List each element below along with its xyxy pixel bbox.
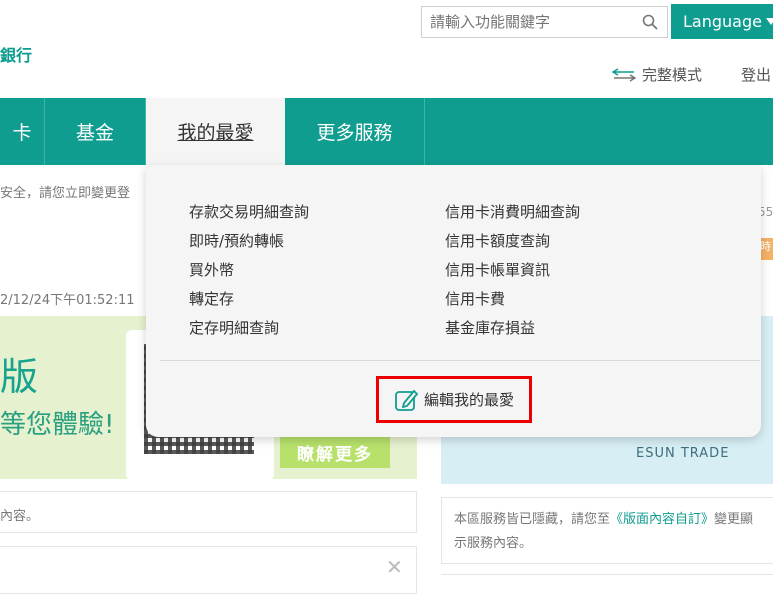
- close-icon[interactable]: ✕: [386, 555, 403, 579]
- favorite-link-deposit-query[interactable]: 定存明細查詢: [189, 317, 279, 338]
- nav-item-label: 我的最愛: [177, 122, 254, 144]
- favorite-link-deposit-details[interactable]: 存款交易明細查詢: [189, 201, 309, 222]
- favorite-link-buy-fx[interactable]: 買外幣: [189, 259, 234, 280]
- nav-item-more-services[interactable]: 更多服務: [285, 98, 424, 165]
- edit-favorites-button[interactable]: 編輯我的最愛: [376, 376, 532, 423]
- search-icon: [642, 14, 658, 30]
- right-badge: 時: [760, 238, 773, 260]
- full-mode-link[interactable]: 完整模式: [612, 64, 702, 85]
- last-login-time: 2/12/24下午01:52:11: [0, 293, 135, 308]
- edit-favorites-label: 編輯我的最愛: [423, 391, 514, 409]
- edit-icon: [395, 389, 419, 411]
- search-input[interactable]: [421, 6, 633, 38]
- swap-arrows-icon: [612, 67, 636, 82]
- language-button[interactable]: Language: [671, 4, 773, 39]
- favorite-link-card-transactions[interactable]: 信用卡消費明細查詢: [445, 201, 580, 222]
- collapsed-panel: [0, 546, 417, 594]
- favorite-link-card-fee[interactable]: 信用卡費: [445, 288, 505, 309]
- favorite-link-fund-pl[interactable]: 基金庫存損益: [445, 317, 535, 338]
- nav-item-label: 更多服務: [316, 122, 393, 144]
- favorite-link-transfer[interactable]: 即時/預約轉帳: [189, 230, 284, 251]
- hidden-content-panel: 內容。: [0, 491, 417, 533]
- dropdown-divider: [160, 360, 760, 361]
- esun-trade-logo: ESUN TRADE: [636, 446, 730, 461]
- notice-text-1: 本區服務皆已隱藏，請您至: [454, 512, 611, 527]
- nav-divider: [424, 98, 425, 165]
- caret-down-icon: [765, 18, 773, 25]
- nav-item-label: 卡: [12, 122, 32, 144]
- favorites-dropdown: 存款交易明細查詢 即時/預約轉帳 買外幣 轉定存 定存明細查詢 信用卡消費明細查…: [146, 165, 761, 437]
- favorite-link-card-statement[interactable]: 信用卡帳單資訊: [445, 259, 550, 280]
- security-notice: 安全，請您立即變更登: [0, 186, 131, 201]
- main-nav: 卡 基金 我的最愛 更多服務: [0, 98, 773, 165]
- logout-link[interactable]: 登出: [741, 64, 771, 85]
- bank-brand: 銀行: [0, 46, 33, 65]
- hidden-services-notice: 本區服務皆已隱藏，請您至《版面內容自訂》變更顯示服務內容。: [441, 497, 773, 564]
- language-label: Language: [683, 12, 762, 31]
- banner-headline: 版: [0, 355, 39, 399]
- nav-item-label: 基金: [75, 122, 114, 144]
- panel-divider: [441, 574, 773, 594]
- layout-customize-link[interactable]: 《版面內容自訂》: [610, 512, 714, 527]
- nav-item-card[interactable]: 卡: [0, 98, 44, 165]
- favorite-link-time-deposit[interactable]: 轉定存: [189, 288, 234, 309]
- full-mode-label: 完整模式: [642, 66, 703, 84]
- banner-text: 等您體驗!: [0, 410, 115, 440]
- search-button[interactable]: [632, 6, 668, 38]
- favorite-link-card-limit[interactable]: 信用卡額度查詢: [445, 230, 550, 251]
- nav-item-favorites[interactable]: 我的最愛: [146, 98, 285, 165]
- learn-more-button[interactable]: 瞭解更多: [280, 436, 390, 468]
- nav-item-fund[interactable]: 基金: [45, 98, 145, 165]
